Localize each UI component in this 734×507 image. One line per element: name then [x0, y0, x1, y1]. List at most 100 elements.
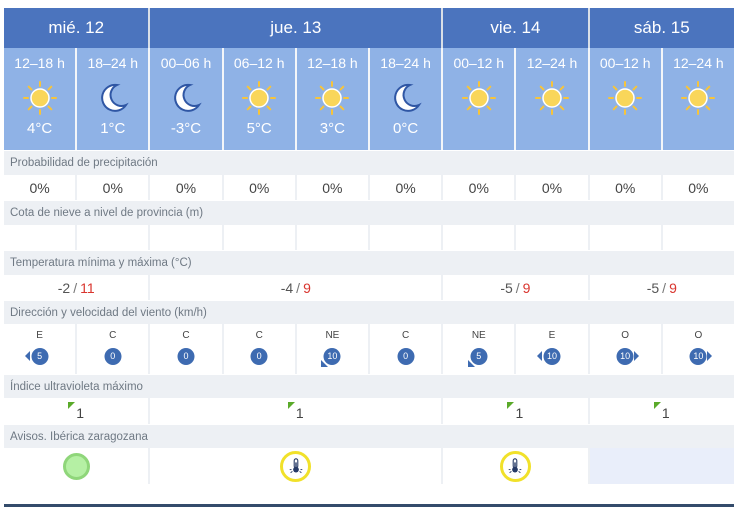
period-cell[interactable]: 06–12 h 5°C	[223, 48, 295, 150]
wind-cell: C0	[77, 324, 149, 374]
day-header[interactable]: mié. 12	[4, 8, 149, 48]
precipitation-value: 0%	[662, 175, 734, 200]
temperature-range-cell: -2/11	[4, 275, 149, 300]
precipitation-value: 0%	[223, 175, 295, 200]
moon-icon	[388, 80, 424, 116]
wind-cell: O 10	[662, 324, 734, 374]
precipitation-value: 0%	[443, 175, 515, 200]
wind-direction: E	[548, 330, 556, 341]
wind-direction: O	[694, 330, 703, 341]
period-cell[interactable]: 00–06 h -3°C	[150, 48, 222, 150]
uv-cell: 1	[150, 398, 442, 424]
period-cell[interactable]: 00–12 h	[443, 48, 515, 150]
period-cell[interactable]: 00–12 h	[589, 48, 661, 150]
sun-icon	[680, 80, 716, 116]
temperature-max: 9	[669, 279, 677, 296]
wind-direction: NE	[471, 330, 486, 341]
uv-row: 1 1 1 1	[4, 398, 734, 424]
wind-arrow-icon	[321, 360, 329, 367]
wind-speed-badge: 10	[689, 348, 707, 365]
snow-level-value	[589, 225, 661, 250]
uv-value: 1	[295, 405, 304, 421]
period-label: 12–18 h	[307, 55, 358, 71]
wind-cell: NE 10	[296, 324, 368, 374]
sun-icon	[461, 80, 497, 116]
no-warning-green-icon[interactable]	[62, 452, 90, 480]
warnings-row	[4, 448, 734, 484]
day-label: jue. 13	[270, 18, 322, 37]
wind-row: E 5 C 0 C 0 C 0 NE 10 C 0 NE 5 E 10 O 10 O 10	[4, 324, 734, 374]
uv-cell: 1	[443, 398, 588, 424]
snow-level-row	[4, 224, 734, 250]
snow-level-value	[77, 225, 149, 250]
wind-speed-badge: 0	[250, 348, 268, 365]
period-cell[interactable]: 18–24 h 0°C	[369, 48, 442, 150]
temperature-min: -4	[280, 279, 294, 296]
day-label: sáb. 15	[633, 18, 690, 37]
snow-level-value	[223, 225, 295, 250]
warning-cell[interactable]	[443, 448, 588, 484]
period-cell[interactable]: 12–18 h 3°C	[296, 48, 368, 150]
temperature-min: -2	[57, 279, 71, 296]
temperature-warning-yellow-icon[interactable]	[499, 450, 531, 482]
wind-direction: C	[109, 330, 117, 341]
day-header[interactable]: sáb. 15	[589, 8, 734, 48]
snow-level-value	[516, 225, 588, 250]
snow-level-value	[296, 225, 368, 250]
day-label: mié. 12	[48, 18, 105, 37]
wind-speed-badge: 10	[543, 348, 561, 365]
period-row: 12–18 h 4°C 18–24 h 1°C 00–06 h -3°C 06–12 h 5°…	[4, 48, 734, 150]
period-label: 18–24 h	[380, 55, 431, 71]
wind-direction: C	[182, 330, 190, 341]
period-label: 12–24 h	[526, 55, 578, 71]
forecast-table: mié. 12 jue. 13 vie. 14 sáb. 15 12–18 h 4…	[4, 8, 734, 484]
wind-direction: C	[255, 330, 263, 341]
precipitation-value: 0%	[77, 175, 149, 200]
wind-cell: O 10	[589, 324, 661, 374]
period-cell[interactable]: 12–24 h	[516, 48, 588, 150]
temperature-separator: /	[662, 279, 667, 296]
uv-level-flag-icon	[68, 401, 76, 409]
precipitation-value: 0%	[4, 175, 76, 200]
period-temperature: 4°C	[27, 120, 53, 137]
warning-cell[interactable]	[150, 448, 442, 484]
uv-value: 1	[515, 405, 524, 421]
snow-level-value	[4, 225, 76, 250]
moon-icon	[168, 80, 204, 116]
temperature-warning-yellow-icon[interactable]	[280, 450, 312, 482]
period-cell[interactable]: 18–24 h 1°C	[77, 48, 149, 150]
snow-level-value	[150, 225, 222, 250]
section-title-snow-level: Cota de nieve a nivel de provincia (m)	[4, 200, 734, 224]
wind-direction: E	[36, 330, 43, 341]
wind-arrow-icon	[536, 351, 542, 361]
period-cell[interactable]: 12–18 h 4°C	[4, 48, 76, 150]
sun-icon	[534, 80, 570, 116]
uv-value: 1	[661, 405, 670, 421]
section-title-uv: Índice ultravioleta máximo	[4, 374, 734, 398]
period-temperature: 5°C	[246, 120, 272, 137]
day-header[interactable]: vie. 14	[443, 8, 588, 48]
period-label: 18–24 h	[87, 55, 139, 71]
wind-direction: NE	[325, 330, 340, 341]
temperature-range-cell: -5/9	[443, 275, 588, 300]
warning-cell[interactable]	[4, 448, 149, 484]
temperature-separator: /	[515, 279, 520, 296]
precipitation-row: 0% 0% 0% 0% 0% 0% 0% 0% 0% 0%	[4, 174, 734, 200]
wind-cell: E 10	[516, 324, 588, 374]
sun-icon	[22, 80, 58, 116]
day-label: vie. 14	[490, 18, 541, 37]
uv-level-flag-icon	[287, 401, 295, 409]
temperature-range-row: -2/11 -4/9 -5/9 -5/9	[4, 274, 734, 300]
uv-level-flag-icon	[653, 401, 661, 409]
sun-icon	[314, 80, 350, 116]
temperature-min: -5	[500, 279, 513, 296]
day-header[interactable]: jue. 13	[150, 8, 442, 48]
section-title-precipitation: Probabilidad de precipitación	[4, 150, 734, 174]
uv-value: 1	[76, 405, 85, 421]
period-cell[interactable]: 12–24 h	[662, 48, 734, 150]
period-label: 12–24 h	[673, 55, 724, 71]
wind-arrow-icon	[634, 351, 640, 361]
period-temperature: -3°C	[170, 120, 202, 137]
wind-direction: C	[401, 330, 410, 341]
wind-cell: C0	[223, 324, 295, 374]
